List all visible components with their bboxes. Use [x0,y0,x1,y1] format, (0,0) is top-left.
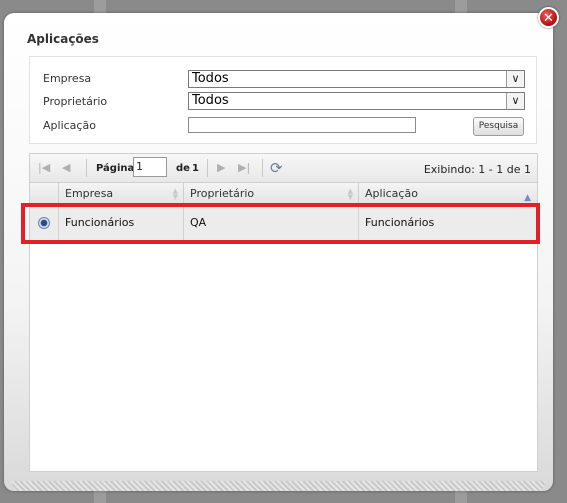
refresh-icon[interactable]: ⟳ [270,159,283,177]
last-page-icon[interactable]: ▶| [238,161,250,174]
proprietario-select-value: Todos [192,93,229,108]
column-header-proprietario[interactable]: Proprietário ▲ ▼ [183,183,358,205]
sort-icon: ▲ ▼ [347,187,353,201]
selected-row-highlight [21,203,540,244]
dialog-title: Aplicações [27,32,99,46]
column-header-empresa[interactable]: Empresa ▲ ▼ [58,183,183,205]
chevron-down-icon: ∨ [506,71,524,87]
prev-page-icon[interactable]: ◀ [62,161,70,174]
total-pages: 1 [192,163,199,174]
next-page-icon[interactable]: ▶ [217,161,225,174]
close-button[interactable]: ✕ [538,7,559,28]
filter-panel: Empresa Todos ∨ Proprietário Todos ∨ Apl… [29,56,537,144]
empresa-label: Empresa [43,72,92,85]
aplicacao-input[interactable] [188,117,416,133]
page-number-input[interactable]: 1 [133,157,167,177]
select-column-header [30,183,58,205]
column-header-aplicacao[interactable]: Aplicação ▲ [358,183,537,205]
results-grid: |◀ ◀ Página 1 de 1 ▶ ▶| ⟳ Exibindo: 1 - … [29,153,538,472]
close-icon: ✕ [543,11,554,26]
page-label: Página [96,163,135,174]
proprietario-select[interactable]: Todos ∨ [188,92,525,110]
aplicacao-label: Aplicação [43,119,96,132]
of-label: de [176,163,190,174]
separator [207,159,208,177]
proprietario-label: Proprietário [43,95,108,108]
separator [262,159,263,177]
chevron-down-icon: ∨ [506,93,524,109]
pager-toolbar: |◀ ◀ Página 1 de 1 ▶ ▶| ⟳ Exibindo: 1 - … [30,154,537,183]
search-button[interactable]: Pesquisa [473,117,524,136]
records-info: Exibindo: 1 - 1 de 1 [423,163,531,176]
empresa-select[interactable]: Todos ∨ [188,70,525,88]
resize-grip[interactable] [12,481,545,491]
sort-icon: ▲ ▼ [172,187,178,201]
first-page-icon[interactable]: |◀ [38,161,50,174]
empresa-select-value: Todos [192,71,229,86]
separator [86,159,87,177]
